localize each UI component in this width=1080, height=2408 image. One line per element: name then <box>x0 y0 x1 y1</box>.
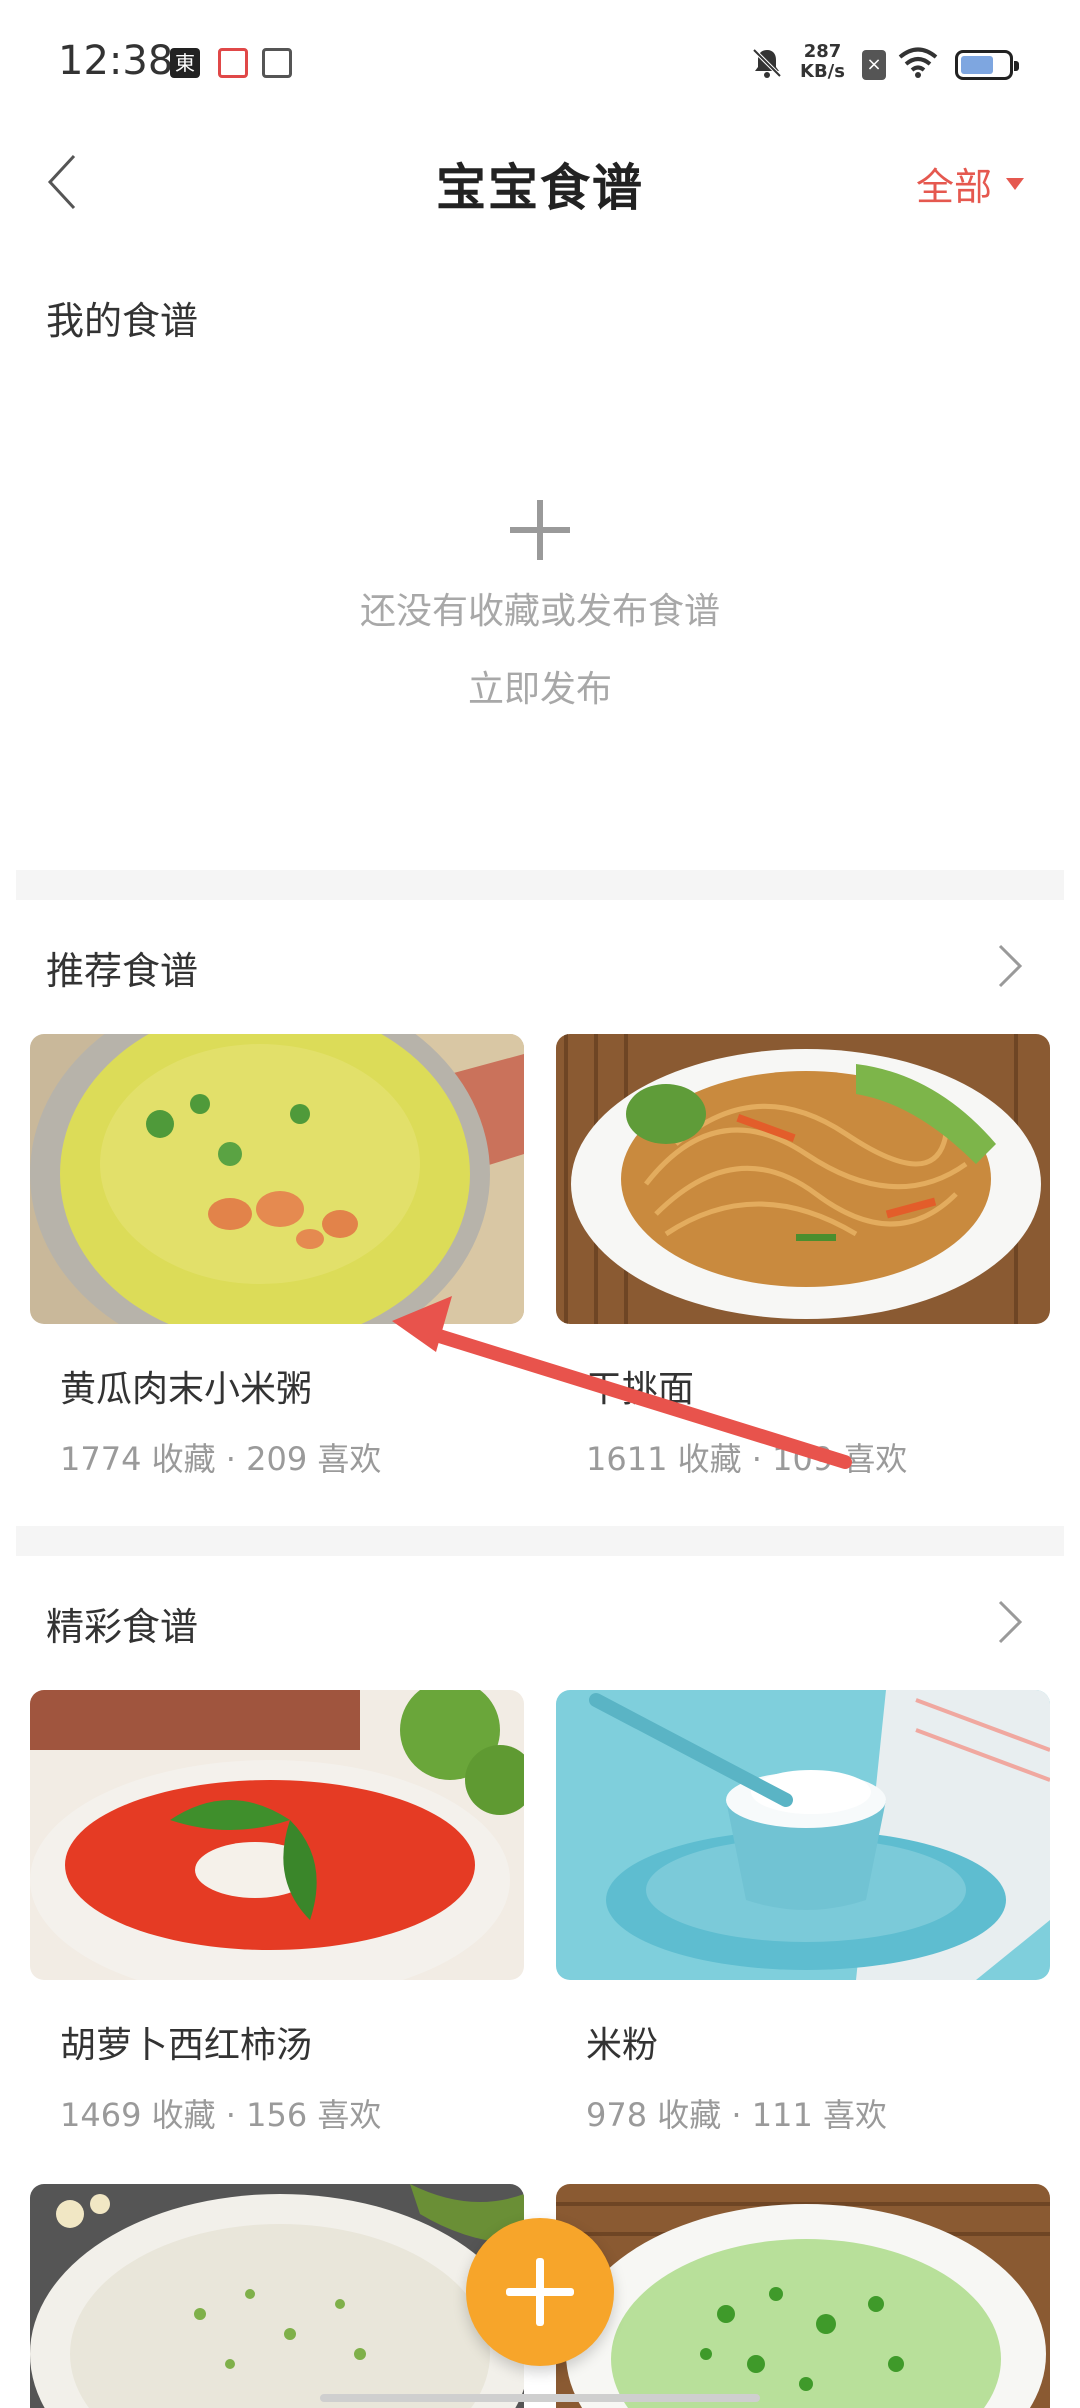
battery-level-fill <box>961 56 993 74</box>
recipe-card[interactable]: 干挑面 1611 收藏 · 109 喜欢 <box>556 1034 1050 1480</box>
add-recipe-button[interactable] <box>466 2218 614 2366</box>
network-speed: 287 KB/s <box>800 42 845 82</box>
status-bar: 12:38 東 287 KB/s × <box>0 0 1080 130</box>
my-recipes-title: 我的食谱 <box>46 299 199 343</box>
recipe-card[interactable]: 胡萝卜西红柿汤 1469 收藏 · 156 喜欢 <box>30 1690 524 2136</box>
recipe-stats: 1774 收藏 · 209 喜欢 <box>60 1440 382 1478</box>
wallet-icon <box>262 48 292 78</box>
network-speed-unit: KB/s <box>800 61 845 82</box>
wifi-icon <box>898 47 938 78</box>
recipe-card[interactable] <box>556 2184 1050 2408</box>
recipe-stats: 978 收藏 · 111 喜欢 <box>586 2096 888 2134</box>
my-recipes-empty-state: 还没有收藏或发布食谱 立即发布 <box>0 500 1080 712</box>
filter-label: 全部 <box>915 165 992 209</box>
network-speed-value: 287 <box>803 41 842 62</box>
recipe-stats: 1469 收藏 · 156 喜欢 <box>60 2096 382 2134</box>
recipe-name: 胡萝卜西红柿汤 <box>60 2025 313 2066</box>
recipe-name: 黄瓜肉末小米粥 <box>60 1369 313 1410</box>
tomato-soup-image[interactable] <box>30 1690 524 1980</box>
recipe-name: 干挑面 <box>586 1369 695 1410</box>
recommended-recipes-title: 推荐食谱 <box>46 949 199 993</box>
recipe-card[interactable]: 米粉 978 收藏 · 111 喜欢 <box>556 1690 1050 2136</box>
millet-porridge-image[interactable] <box>30 1034 524 1324</box>
no-sim-icon: × <box>862 50 886 80</box>
app-header: 宝宝食谱 全部 <box>0 130 1080 230</box>
publish-now-link[interactable]: 立即发布 <box>468 660 612 712</box>
home-indicator[interactable] <box>320 2394 760 2402</box>
recipe-card[interactable] <box>30 2184 524 2408</box>
chevron-right-icon[interactable] <box>996 942 1024 990</box>
section-divider <box>16 1526 1064 1556</box>
filter-dropdown[interactable]: 全部 <box>916 156 1024 211</box>
recipe-name: 米粉 <box>586 2025 659 2066</box>
jd-app-icon: 東 <box>170 48 200 78</box>
vegetable-porridge-image[interactable] <box>556 2184 1050 2408</box>
caret-down-icon <box>1006 177 1024 190</box>
mute-bell-icon <box>752 48 782 78</box>
status-icons: 287 KB/s × <box>750 40 1080 90</box>
notification-app-icon <box>218 48 248 78</box>
battery-icon <box>955 50 1019 80</box>
rice-flour-image[interactable] <box>556 1690 1050 1980</box>
plus-icon[interactable] <box>510 500 570 560</box>
recipe-stats: 1611 收藏 · 109 喜欢 <box>586 1440 908 1478</box>
recipe-card[interactable]: 黄瓜肉末小米粥 1774 收藏 · 209 喜欢 <box>30 1034 524 1480</box>
status-time: 12:38 <box>58 38 174 84</box>
section-divider <box>16 870 1064 900</box>
empty-state-text: 还没有收藏或发布食谱 <box>359 591 720 632</box>
featured-recipes-title: 精彩食谱 <box>46 1605 199 1649</box>
chevron-right-icon[interactable] <box>996 1598 1024 1646</box>
noodles-image[interactable] <box>556 1034 1050 1324</box>
congee-image[interactable] <box>30 2184 524 2408</box>
